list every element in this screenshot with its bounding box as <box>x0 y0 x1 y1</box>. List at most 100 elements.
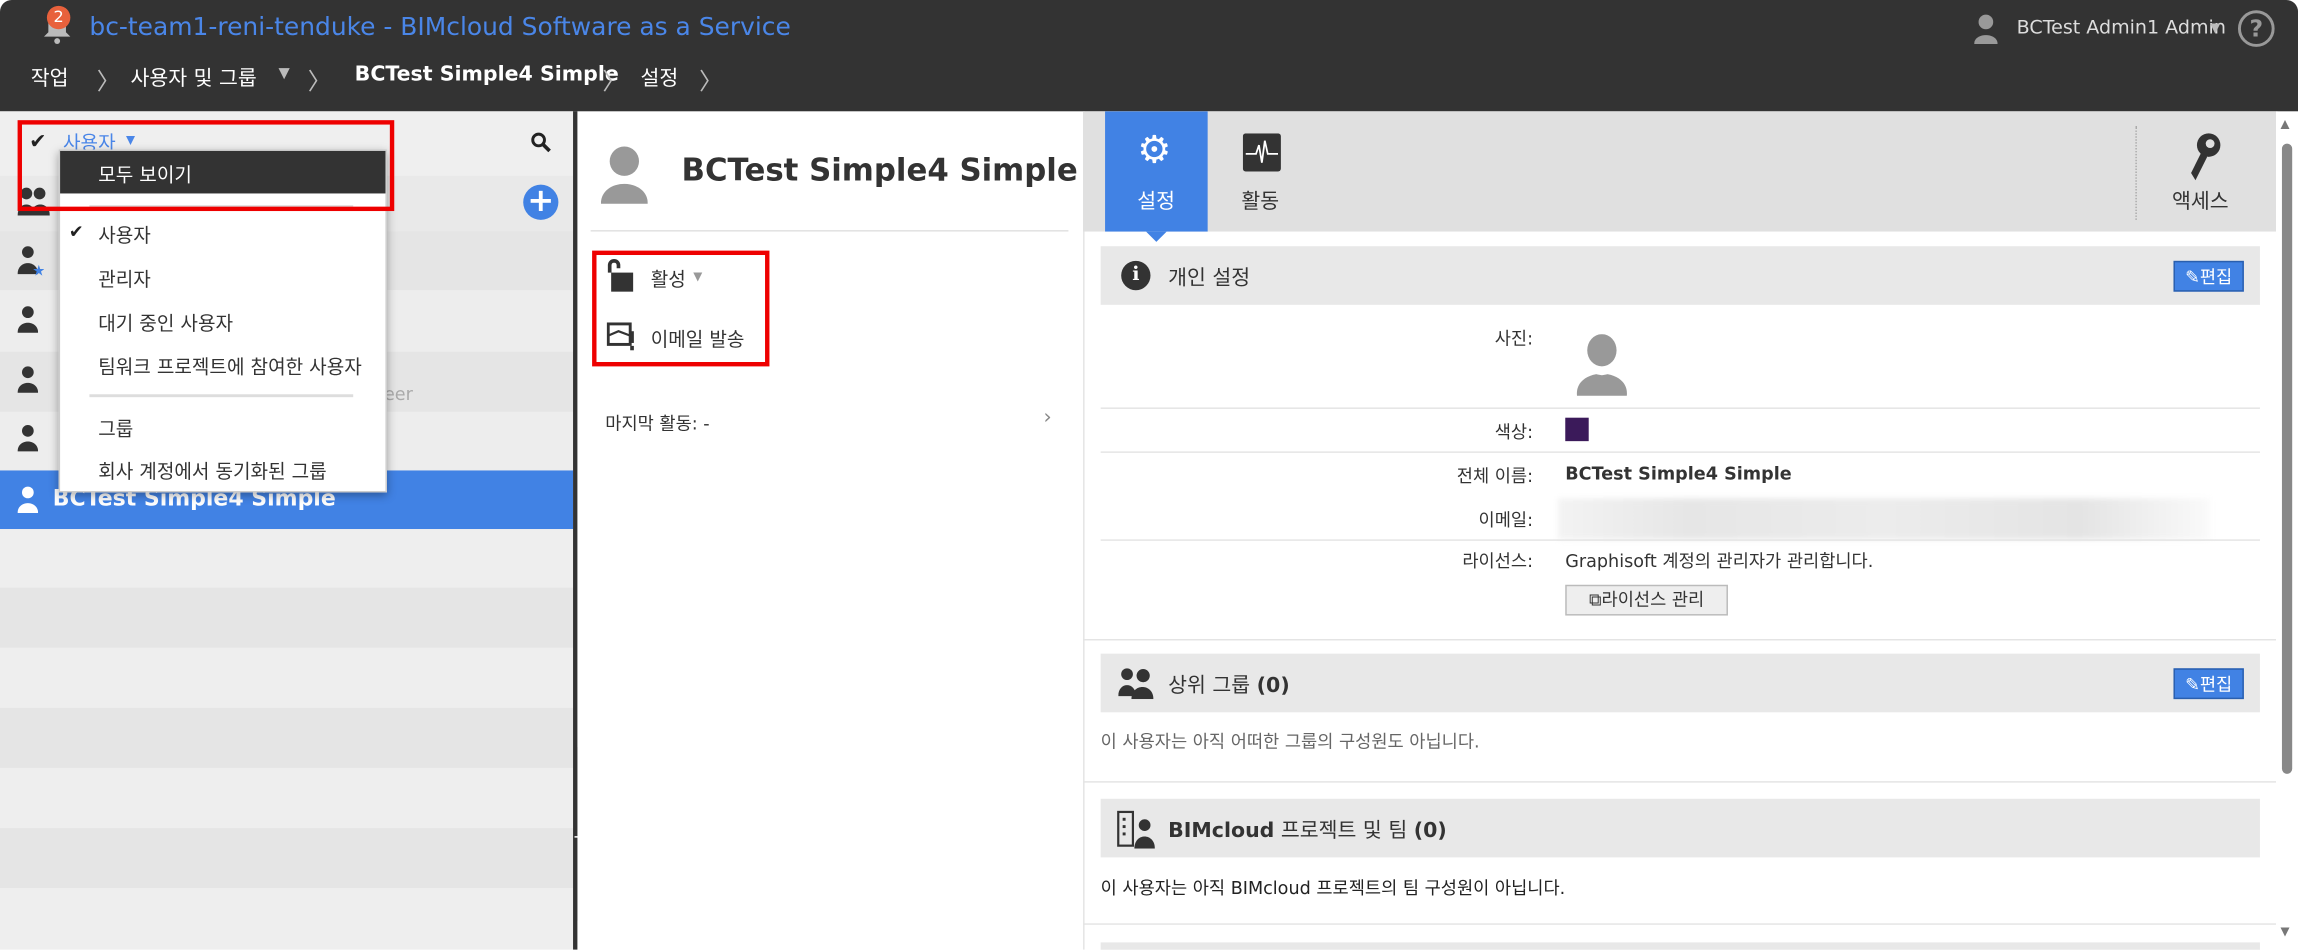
caret-down-icon[interactable]: ▼ <box>2210 22 2220 37</box>
user-avatar-icon <box>600 145 648 212</box>
section-divider <box>1083 781 2277 783</box>
highlight-box <box>17 120 395 212</box>
chevron-right-icon: 〉 <box>602 67 626 96</box>
license-value: Graphisoft 계정의 관리자가 관리합니다. <box>1565 551 1874 572</box>
section-divider <box>1083 639 2277 641</box>
title-text: 상위 그룹 <box>1168 674 1251 698</box>
chevron-right-icon: 〉 <box>96 67 121 96</box>
app-root: 2 bc-team1-reni-tenduke - BIMcloud Softw… <box>0 0 2298 950</box>
breadcrumb-settings[interactable]: 설정 <box>640 63 678 92</box>
user-name-heading: BCTest Simple4 Simple <box>681 152 1078 188</box>
user-summary-panel <box>577 111 1084 950</box>
title-text: 프로젝트 및 팀 <box>1274 819 1414 843</box>
menu-separator <box>89 394 354 398</box>
user-photo[interactable] <box>1576 334 1629 404</box>
admin-user-icon: ★ <box>17 245 45 283</box>
edit-label: 편집 <box>2199 266 2233 288</box>
current-user-menu[interactable]: BCTest Admin1 Admin <box>2017 18 2226 40</box>
add-button[interactable]: + <box>523 184 559 220</box>
menu-item-groups[interactable]: 그룹 <box>98 413 133 441</box>
manage-license-button[interactable]: ⧉라이선스 관리 <box>1565 584 1728 616</box>
activity-icon[interactable] <box>1242 133 1281 177</box>
user-icon <box>17 485 39 520</box>
info-icon: i <box>1121 260 1151 291</box>
section-title: BIMcloud 프로젝트 및 팀 (0) <box>1168 815 1447 844</box>
highlight-box <box>592 250 770 367</box>
breadcrumb-work[interactable]: 작업 <box>31 63 69 92</box>
search-icon[interactable] <box>531 132 552 158</box>
scroll-down-icon[interactable]: ▼ <box>2280 925 2289 938</box>
projects-header: BIMcloud 프로젝트 및 팀 (0) <box>1100 798 2260 858</box>
divider <box>1100 539 2260 541</box>
empty-row <box>0 828 574 889</box>
pencil-icon: ✎ <box>2185 674 2200 695</box>
menu-item-synced-groups[interactable]: 회사 계정에서 동기화된 그룹 <box>98 456 327 484</box>
empty-row <box>0 888 574 950</box>
parent-groups-header: 상위 그룹 (0) ✎편집 <box>1100 653 2260 713</box>
last-activity[interactable]: 마지막 활동: - <box>605 410 709 435</box>
svg-text:★: ★ <box>32 263 44 277</box>
section-title: 상위 그룹 (0) <box>1168 670 1290 699</box>
empty-row <box>0 529 574 588</box>
app-title[interactable]: bc-team1-reni-tenduke - BIMcloud Softwar… <box>89 13 790 42</box>
active-tab-pointer <box>1146 231 1167 242</box>
building-user-icon <box>1117 810 1155 854</box>
caret-down-icon[interactable]: ▼ <box>278 66 289 82</box>
groups-empty-text: 이 사용자는 아직 어떠한 그룹의 구성원도 아닙니다. <box>1100 731 1480 752</box>
tab-activity[interactable]: 활동 <box>1241 186 1279 215</box>
scrollbar[interactable]: ▲ ▼ <box>2276 111 2298 950</box>
button-label: 라이선스 관리 <box>1601 589 1705 610</box>
external-link-icon: ⧉ <box>1588 589 1602 610</box>
fullname-value: BCTest Simple4 Simple <box>1565 463 1792 484</box>
title-bold: BIMcloud <box>1168 819 1275 843</box>
empty-row <box>0 767 574 829</box>
breadcrumb-users-groups[interactable]: 사용자 및 그룹 <box>130 63 256 92</box>
next-section-header <box>1100 942 2260 950</box>
gear-icon: ⚙ <box>1137 128 1172 173</box>
projects-empty-text: 이 사용자는 아직 BIMcloud 프로젝트의 팀 구성원이 아닙니다. <box>1100 877 1566 899</box>
scroll-up-icon[interactable]: ▲ <box>2280 117 2289 130</box>
chevron-right-icon: 〉 <box>307 67 332 96</box>
color-label: 색상: <box>1494 422 1534 443</box>
color-swatch <box>1565 417 1589 442</box>
user-avatar-icon[interactable] <box>1974 13 1998 51</box>
menu-item-admins[interactable]: 관리자 <box>98 264 151 292</box>
menu-item-pending-users[interactable]: 대기 중인 사용자 <box>98 308 233 336</box>
chevron-right-icon[interactable]: › <box>1044 406 1052 429</box>
user-icon <box>17 424 39 459</box>
license-label: 라이선스: <box>1462 551 1534 572</box>
pencil-icon: ✎ <box>2185 266 2200 288</box>
chevron-right-icon: 〉 <box>699 67 723 96</box>
section-divider <box>1083 923 2277 925</box>
menu-item-teamwork-users[interactable]: 팀워크 프로젝트에 참여한 사용자 <box>98 352 362 380</box>
email-value-blurred <box>1557 498 2211 540</box>
email-label: 이메일: <box>1478 510 1534 531</box>
section-title: 개인 설정 <box>1168 266 1251 291</box>
help-icon[interactable]: ? <box>2237 10 2275 47</box>
key-icon[interactable] <box>2185 132 2223 188</box>
personal-settings-header: i 개인 설정 ✎편집 <box>1100 246 2260 305</box>
count: (0) <box>1413 819 1447 843</box>
tab-access[interactable]: 액세스 <box>2172 186 2229 215</box>
edit-groups-button[interactable]: ✎편집 <box>2173 668 2244 700</box>
divider <box>590 230 1069 232</box>
photo-label: 사진: <box>1494 328 1534 349</box>
fullname-label: 전체 이름: <box>1456 466 1534 487</box>
edit-personal-button[interactable]: ✎편집 <box>2173 260 2244 292</box>
divider <box>1100 451 2260 453</box>
divider <box>1100 407 2260 409</box>
notification-badge: 2 <box>46 5 71 30</box>
check-icon: ✔ <box>68 221 84 242</box>
empty-row <box>0 587 574 648</box>
tab-separator <box>2135 126 2137 220</box>
scrollbar-thumb[interactable] <box>2281 143 2293 774</box>
menu-item-users[interactable]: 사용자 <box>98 220 151 248</box>
partial-user-subtitle: eer <box>383 383 413 405</box>
empty-row <box>0 707 574 768</box>
user-icon <box>17 305 39 340</box>
group-icon <box>1118 667 1154 705</box>
breadcrumb-user[interactable]: BCTest Simple4 Simple <box>355 63 619 86</box>
user-icon <box>17 365 39 400</box>
edit-label: 편집 <box>2199 674 2233 695</box>
empty-row <box>0 647 574 708</box>
